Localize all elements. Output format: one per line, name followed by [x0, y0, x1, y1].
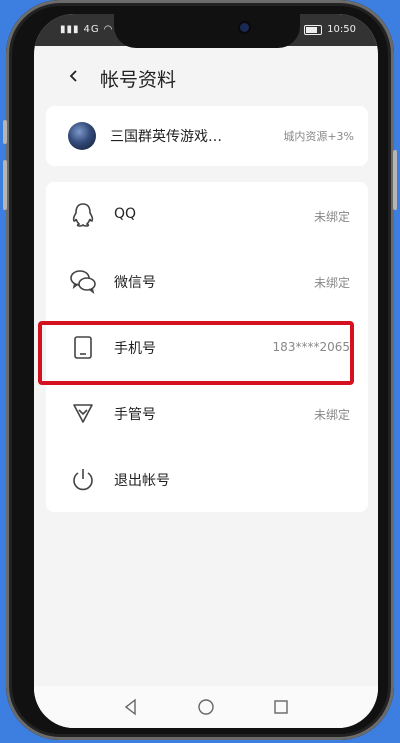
row-label: 微信号: [114, 275, 156, 291]
nav-bar: [34, 686, 378, 728]
wifi-icon: ◠: [103, 24, 114, 35]
status-right: 10:50: [304, 24, 356, 35]
profile-tag: 城内资源+3%: [283, 130, 354, 143]
battery-icon: [304, 24, 323, 35]
home-circle-icon[interactable]: [195, 696, 217, 718]
volume-down-button: [3, 160, 7, 210]
signal-icon: ▮▮▮: [60, 24, 80, 35]
profile-name: 三国群英传游戏…: [110, 129, 222, 145]
power-icon: [73, 469, 93, 491]
row-label: 退出帐号: [114, 473, 170, 489]
volume-up-button: [3, 120, 7, 144]
notch: [114, 14, 300, 48]
phone-frame: ▮▮▮ 4G ◠ 10:50 帐号资料 三国群英传游戏… 城内资源+3% QQ …: [3, 0, 397, 740]
page-title: 帐号资料: [100, 69, 177, 91]
row-label: 手管号: [114, 407, 156, 423]
wechat-icon: [70, 270, 96, 294]
status-left: ▮▮▮ 4G ◠: [60, 24, 113, 35]
avatar: [68, 122, 96, 150]
row-guard[interactable]: 手管号 未绑定: [46, 380, 368, 446]
row-logout[interactable]: 退出帐号: [46, 446, 368, 512]
row-label: QQ: [114, 206, 137, 222]
qq-icon: [72, 203, 94, 227]
chevron-left-icon: [69, 70, 77, 82]
row-wechat[interactable]: 微信号 未绑定: [46, 248, 368, 314]
row-value: 未绑定: [313, 276, 350, 290]
front-camera: [240, 23, 249, 32]
profile-card[interactable]: 三国群英传游戏… 城内资源+3%: [46, 106, 368, 166]
carrier-text: 4G: [83, 24, 100, 35]
header: 帐号资料: [34, 54, 378, 104]
status-time: 10:50: [327, 24, 356, 35]
row-value: 未绑定: [313, 210, 350, 224]
row-value: 未绑定: [313, 408, 350, 422]
power-side-button: [393, 150, 397, 210]
highlight-box: [38, 321, 354, 385]
recents-square-icon[interactable]: [270, 696, 292, 718]
back-button[interactable]: [62, 64, 86, 88]
back-triangle-icon[interactable]: [120, 696, 142, 718]
row-qq[interactable]: QQ 未绑定: [46, 182, 368, 248]
shield-icon: [73, 404, 93, 423]
screen: ▮▮▮ 4G ◠ 10:50 帐号资料 三国群英传游戏… 城内资源+3% QQ …: [34, 14, 378, 728]
